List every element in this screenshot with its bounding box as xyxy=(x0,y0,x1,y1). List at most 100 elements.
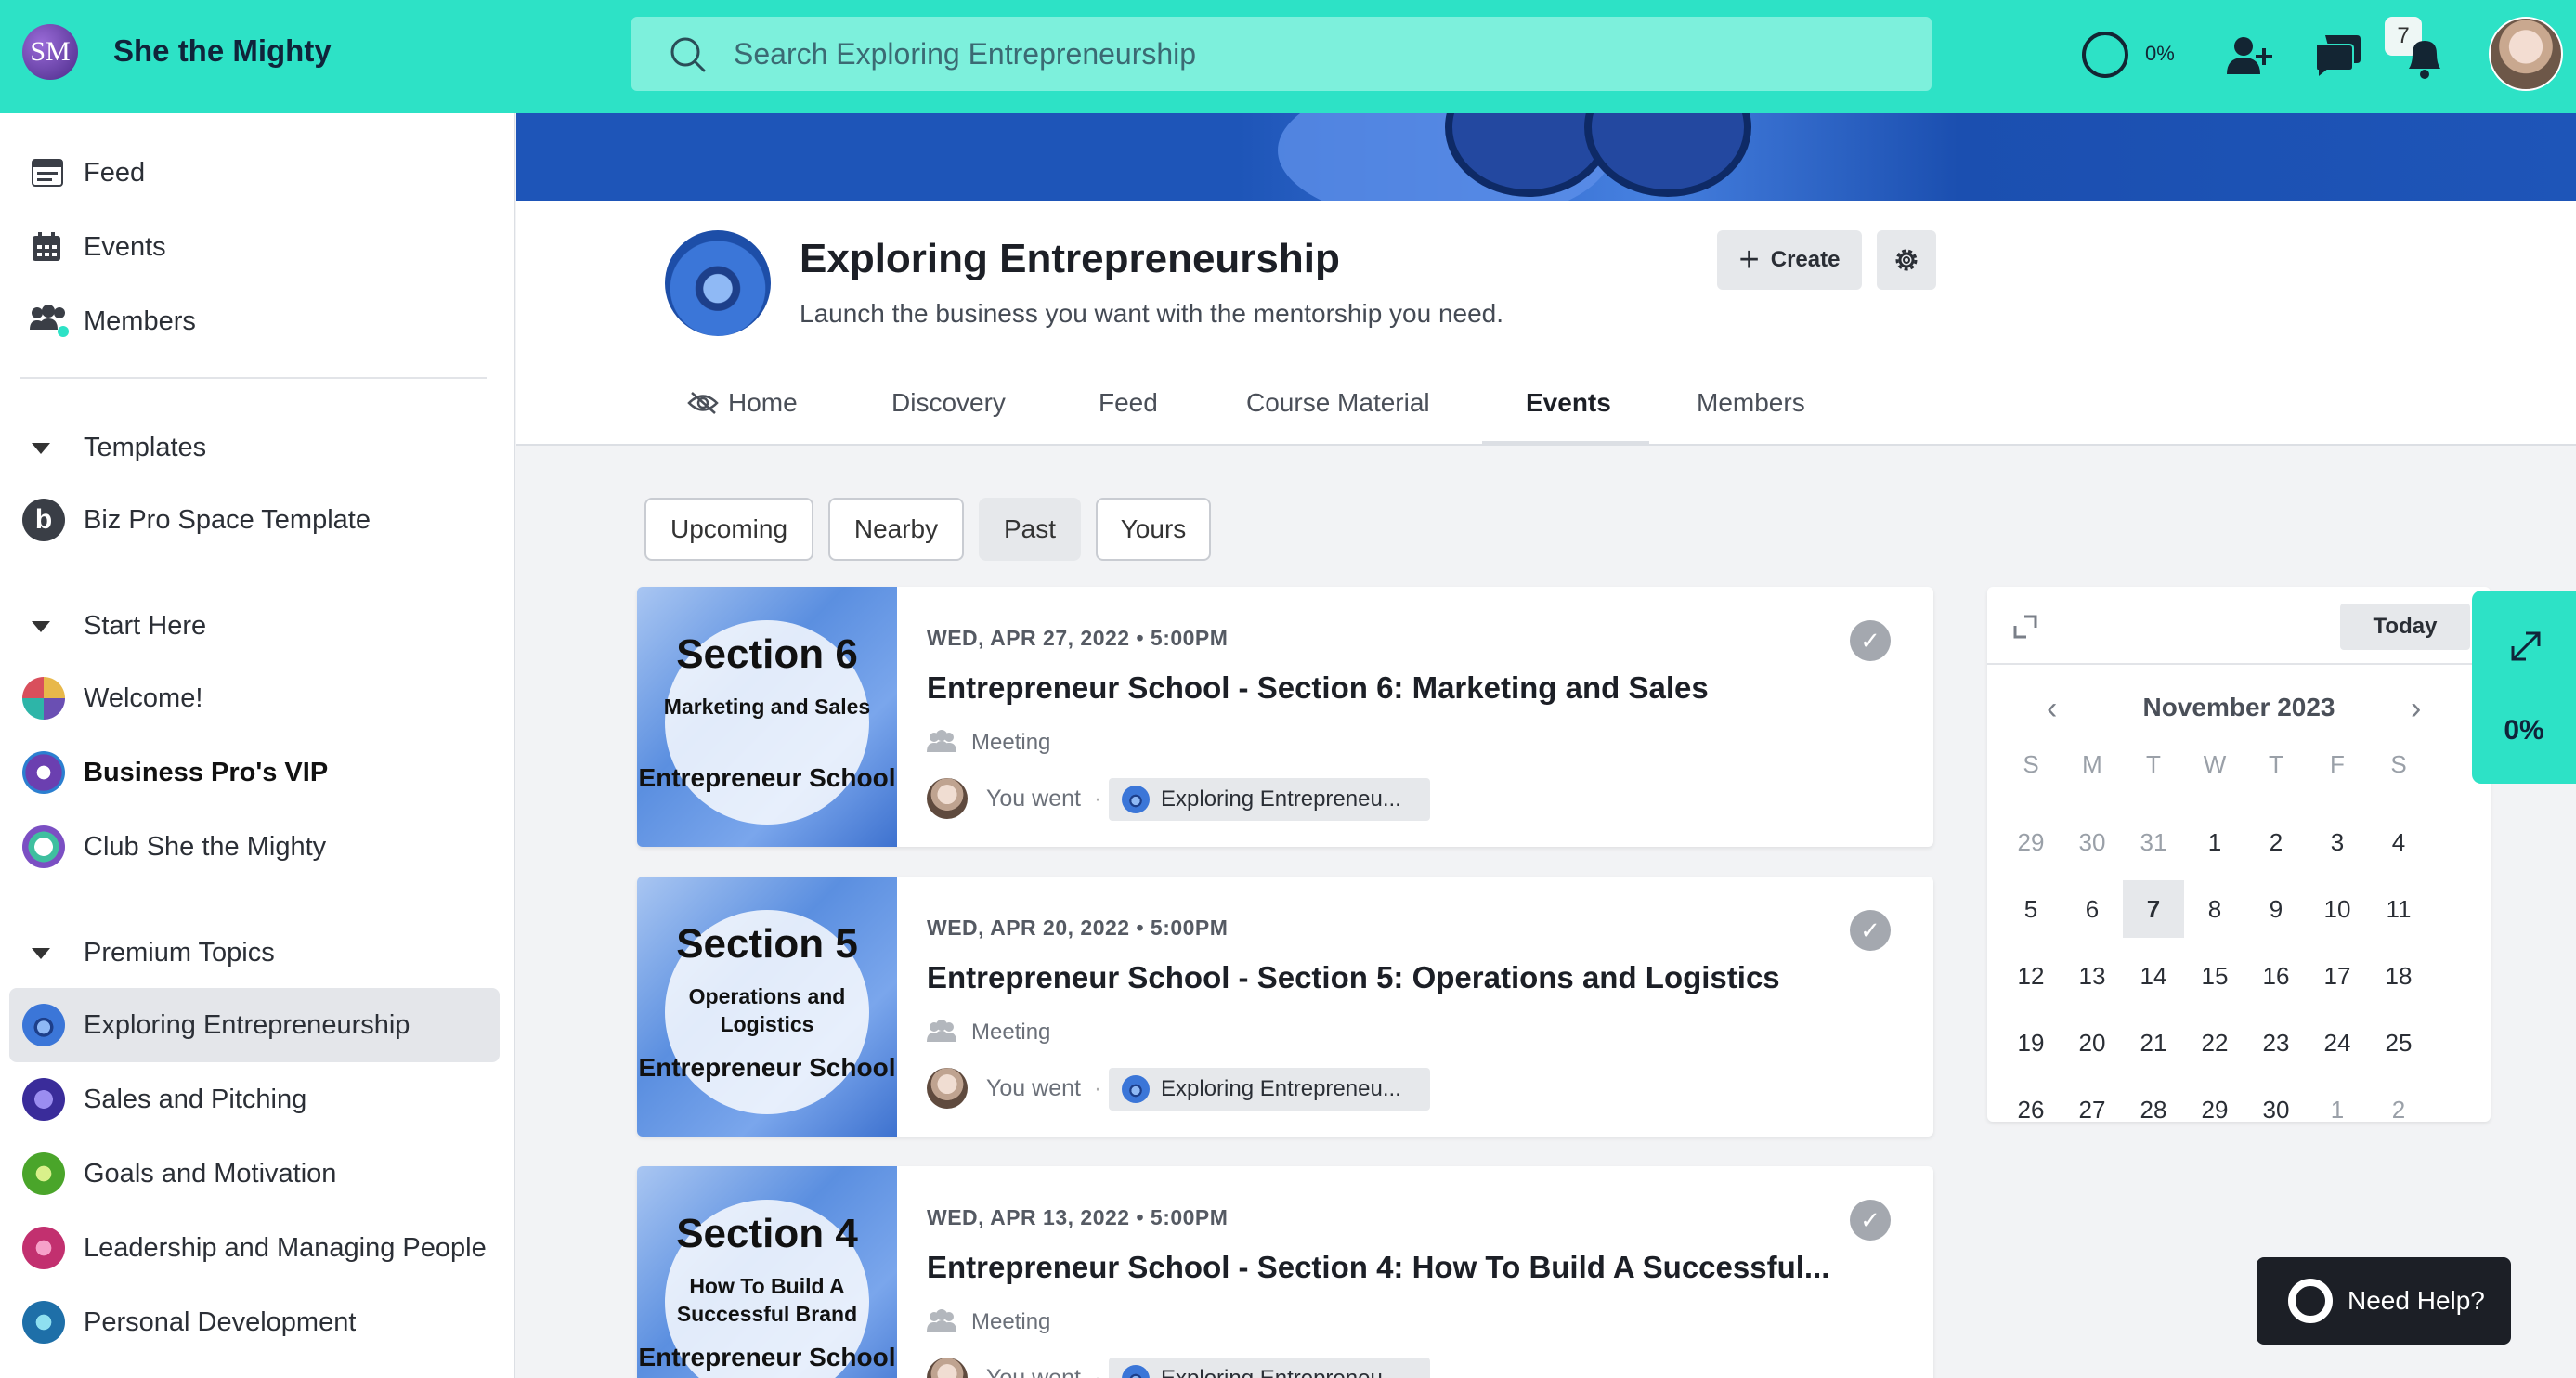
sidebar-item-personal-development[interactable]: Personal Development xyxy=(9,1285,500,1359)
sidebar-item-exploring-entrepreneurship[interactable]: Exploring Entrepreneurship xyxy=(9,988,500,1062)
tab-home[interactable]: Home xyxy=(687,388,798,418)
calendar-day[interactable]: 2 xyxy=(2245,813,2307,871)
calendar-day[interactable]: 15 xyxy=(2184,947,2245,1005)
create-button[interactable]: + Create xyxy=(1717,230,1862,290)
filter-nearby[interactable]: Nearby xyxy=(828,498,964,561)
calendar-day[interactable]: 29 xyxy=(2184,1081,2245,1138)
tab-feed[interactable]: Feed xyxy=(1099,388,1158,418)
sidebar-item-label: Feed xyxy=(84,157,146,188)
calendar-day[interactable]: 8 xyxy=(2184,880,2245,938)
calendar-day[interactable]: 27 xyxy=(2062,1081,2123,1138)
progress-panel-tab[interactable]: 0% xyxy=(2472,591,2576,784)
search-icon xyxy=(670,37,706,72)
calendar-day[interactable]: 1 xyxy=(2307,1081,2368,1138)
calendar-day[interactable]: 29 xyxy=(2000,813,2062,871)
brand-logo-icon[interactable]: SM xyxy=(22,24,78,80)
sidebar-item-members[interactable]: Members xyxy=(9,284,500,358)
sidebar-divider xyxy=(20,377,487,379)
calendar-day[interactable]: 20 xyxy=(2062,1014,2123,1072)
calendar-day[interactable]: 6 xyxy=(2062,880,2123,938)
filter-upcoming[interactable]: Upcoming xyxy=(644,498,813,561)
sidebar-section-templates[interactable]: Templates xyxy=(32,433,206,463)
calendar-day[interactable]: 17 xyxy=(2307,947,2368,1005)
tab-events[interactable]: Events xyxy=(1526,388,1611,418)
weekday-label: W xyxy=(2203,750,2227,778)
calendar-day[interactable]: 30 xyxy=(2245,1081,2307,1138)
thumbnail-school: Entrepreneur School xyxy=(638,1343,896,1372)
sidebar-section-start-here[interactable]: Start Here xyxy=(32,611,206,642)
calendar-day[interactable]: 3 xyxy=(2307,813,2368,871)
bell-icon[interactable] xyxy=(2400,32,2450,82)
tab-members[interactable]: Members xyxy=(1697,388,1805,418)
calendar-day[interactable]: 16 xyxy=(2245,947,2307,1005)
chevron-right-icon[interactable]: › xyxy=(2411,691,2421,727)
sidebar-item-club-she-the-mighty[interactable]: Club She the Mighty xyxy=(9,810,500,884)
sidebar-section-premium-topics[interactable]: Premium Topics xyxy=(32,938,275,968)
calendar-day[interactable]: 18 xyxy=(2368,947,2429,1005)
space-avatar-icon xyxy=(1122,1365,1150,1378)
tab-course-material[interactable]: Course Material xyxy=(1246,388,1430,418)
calendar-day[interactable]: 24 xyxy=(2307,1014,2368,1072)
brand-name[interactable]: She the Mighty xyxy=(113,33,332,69)
sidebar-item-goals-and-motivation[interactable]: Goals and Motivation xyxy=(9,1137,500,1211)
sidebar-item-business-pros-vip[interactable]: Business Pro's VIP xyxy=(9,735,500,810)
calendar-day[interactable]: 31 xyxy=(2123,813,2184,871)
calendar-day[interactable]: 21 xyxy=(2123,1014,2184,1072)
calendar-day[interactable]: 23 xyxy=(2245,1014,2307,1072)
filter-past[interactable]: Past xyxy=(979,498,1081,561)
event-card[interactable]: Section 5 Operations and Logistics Entre… xyxy=(637,877,1933,1137)
calendar-day[interactable]: 30 xyxy=(2062,813,2123,871)
add-member-icon[interactable] xyxy=(2225,32,2275,82)
tab-discovery[interactable]: Discovery xyxy=(891,388,1006,418)
weekday-label: T xyxy=(2269,750,2283,778)
expand-icon[interactable] xyxy=(2011,613,2039,641)
calendar-day[interactable]: 13 xyxy=(2062,947,2123,1005)
calendar-day[interactable]: 5 xyxy=(2000,880,2062,938)
calendar-day[interactable]: 4 xyxy=(2368,813,2429,871)
space-tag[interactable]: Exploring Entrepreneu... xyxy=(1109,1358,1430,1378)
sidebar-item-biz-pro-space-template[interactable]: b Biz Pro Space Template xyxy=(9,483,500,557)
space-tag-label: Exploring Entrepreneu... xyxy=(1161,786,1401,812)
event-title[interactable]: Entrepreneur School - Section 4: How To … xyxy=(927,1250,1829,1285)
eye-slash-icon xyxy=(687,392,719,414)
chat-icon[interactable] xyxy=(2312,32,2362,82)
calendar-day[interactable]: 25 xyxy=(2368,1014,2429,1072)
calendar-day[interactable]: 7 xyxy=(2123,880,2184,938)
need-help-button[interactable]: Need Help? xyxy=(2257,1257,2511,1345)
sidebar-item-welcome[interactable]: Welcome! xyxy=(9,661,500,735)
user-avatar[interactable] xyxy=(2489,17,2563,91)
active-tab-indicator xyxy=(1482,441,1649,445)
filter-yours[interactable]: Yours xyxy=(1096,498,1211,561)
calendar-day[interactable]: 10 xyxy=(2307,880,2368,938)
calendar-day[interactable]: 2 xyxy=(2368,1081,2429,1138)
space-avatar-icon xyxy=(22,1152,65,1195)
caret-down-icon xyxy=(32,947,50,959)
calendar-day[interactable]: 26 xyxy=(2000,1081,2062,1138)
sidebar-item-events[interactable]: Events xyxy=(9,210,500,284)
event-card[interactable]: Section 6 Marketing and Sales Entreprene… xyxy=(637,587,1933,847)
event-type: Meeting xyxy=(927,730,1050,756)
sidebar-item-leadership-and-managing-people[interactable]: Leadership and Managing People xyxy=(9,1211,500,1285)
event-date: WED, APR 27, 2022 • 5:00PM xyxy=(927,626,1229,650)
calendar-day[interactable]: 9 xyxy=(2245,880,2307,938)
space-tag[interactable]: Exploring Entrepreneu... xyxy=(1109,778,1430,821)
space-tag[interactable]: Exploring Entrepreneu... xyxy=(1109,1068,1430,1111)
calendar-day[interactable]: 14 xyxy=(2123,947,2184,1005)
today-button[interactable]: Today xyxy=(2340,604,2470,650)
calendar-day[interactable]: 19 xyxy=(2000,1014,2062,1072)
event-date: WED, APR 20, 2022 • 5:00PM xyxy=(927,916,1229,940)
event-title[interactable]: Entrepreneur School - Section 6: Marketi… xyxy=(927,670,1709,706)
event-title[interactable]: Entrepreneur School - Section 5: Operati… xyxy=(927,960,1780,995)
progress-ring-icon[interactable] xyxy=(2082,32,2128,78)
event-card[interactable]: Section 4 How To Build A Successful Bran… xyxy=(637,1166,1933,1378)
settings-button[interactable] xyxy=(1877,230,1936,290)
calendar-day[interactable]: 11 xyxy=(2368,880,2429,938)
calendar-day[interactable]: 28 xyxy=(2123,1081,2184,1138)
calendar-day[interactable]: 1 xyxy=(2184,813,2245,871)
sidebar-item-sales-and-pitching[interactable]: Sales and Pitching xyxy=(9,1062,500,1137)
calendar-day[interactable]: 22 xyxy=(2184,1014,2245,1072)
sidebar-item-feed[interactable]: Feed xyxy=(9,136,500,210)
search-bar[interactable] xyxy=(631,17,1932,91)
calendar-day[interactable]: 12 xyxy=(2000,947,2062,1005)
search-input[interactable] xyxy=(734,17,1848,91)
